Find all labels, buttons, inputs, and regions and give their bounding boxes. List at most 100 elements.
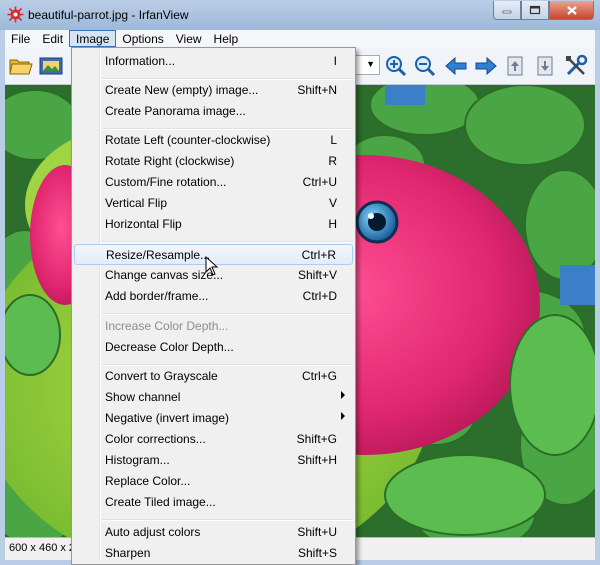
menu-item-label: Custom/Fine rotation...	[105, 175, 227, 189]
mouse-pointer-icon	[205, 256, 219, 276]
menu-item-label: Horizontal Flip	[105, 217, 182, 231]
menu-item-shortcut: V	[328, 196, 337, 210]
zoom-out-button[interactable]	[412, 53, 438, 79]
menu-item-shortcut: Shift+V	[297, 268, 337, 282]
menu-item-vertical-flip[interactable]: Vertical Flip V	[74, 193, 353, 214]
menu-item-create-new-image[interactable]: Create New (empty) image... Shift+N	[74, 80, 353, 101]
menu-item-label: Negative (invert image)	[105, 411, 230, 425]
tools-button[interactable]	[563, 53, 589, 79]
menu-item-label: Sharpen	[105, 546, 151, 560]
menu-view[interactable]: View	[170, 30, 208, 47]
next-arrow-icon	[475, 56, 497, 76]
minimize-button[interactable]	[493, 1, 521, 20]
menu-item-label: Information...	[105, 54, 176, 68]
menu-item-label: Decrease Color Depth...	[105, 340, 234, 354]
menu-image[interactable]: Image	[69, 30, 117, 47]
menu-item-information[interactable]: Information... I	[74, 51, 353, 72]
menu-item-replace-color[interactable]: Replace Color...	[74, 471, 353, 492]
menu-item-create-panorama[interactable]: Create Panorama image...	[74, 101, 353, 122]
menu-item-custom-rotation[interactable]: Custom/Fine rotation... Ctrl+U	[74, 172, 353, 193]
menu-item-histogram[interactable]: Histogram... Shift+H	[74, 450, 353, 471]
menu-item-shortcut: Shift+S	[297, 546, 337, 560]
menu-item-label: Create Tiled image...	[105, 495, 216, 509]
menu-item-shortcut: Ctrl+G	[301, 369, 337, 383]
image-menu-dropdown: Information... I Create New (empty) image…	[71, 47, 356, 565]
maximize-icon	[529, 5, 541, 15]
menu-item-label: Replace Color...	[105, 474, 191, 488]
menu-item-shortcut: Ctrl+U	[302, 175, 337, 189]
menu-item-label: Convert to Grayscale	[105, 369, 218, 383]
menu-item-shortcut: Shift+U	[297, 525, 337, 539]
submenu-arrow-icon	[341, 412, 345, 420]
menu-item-label: Increase Color Depth...	[105, 319, 229, 333]
menu-item-auto-adjust-colors[interactable]: Auto adjust colors Shift+U	[74, 522, 353, 543]
menu-item-label: Vertical Flip	[105, 196, 168, 210]
menu-item-add-border[interactable]: Add border/frame... Ctrl+D	[74, 286, 353, 307]
menu-options[interactable]: Options	[116, 30, 169, 47]
menu-separator	[102, 241, 353, 243]
menu-item-shortcut: Shift+H	[297, 453, 337, 467]
menu-item-label: Resize/Resample...	[106, 248, 211, 262]
previous-button[interactable]	[443, 53, 469, 79]
next-button[interactable]	[473, 53, 499, 79]
previous-arrow-icon	[445, 56, 467, 76]
tools-icon	[566, 54, 588, 76]
chevron-down-icon: ▼	[366, 59, 375, 69]
menu-item-label: Rotate Left (counter-clockwise)	[105, 133, 271, 147]
menu-item-shortcut: Ctrl+R	[301, 248, 336, 262]
page-down-icon	[537, 56, 553, 76]
menu-item-show-channel[interactable]: Show channel	[74, 387, 353, 408]
menu-help[interactable]: Help	[208, 30, 245, 47]
menu-item-negative[interactable]: Negative (invert image)	[74, 408, 353, 429]
open-button[interactable]	[8, 53, 34, 79]
image-info-status: 600 x 460 x 2	[9, 542, 76, 554]
irfanview-app-icon	[7, 6, 24, 23]
menu-item-label: Create New (empty) image...	[105, 83, 259, 97]
window-controls	[493, 1, 594, 20]
zoom-in-button[interactable]	[383, 53, 409, 79]
menu-separator	[102, 313, 353, 315]
menu-item-shortcut: Shift+G	[296, 432, 337, 446]
menu-item-shortcut: I	[333, 54, 337, 68]
page-up-icon	[507, 56, 523, 76]
menu-item-label: Rotate Right (clockwise)	[105, 154, 235, 168]
menu-item-shortcut: L	[330, 133, 337, 147]
menu-separator	[102, 519, 353, 521]
menu-item-label: Add border/frame...	[105, 289, 209, 303]
slideshow-icon	[39, 57, 63, 75]
menu-item-horizontal-flip[interactable]: Horizontal Flip H	[74, 214, 353, 235]
menu-item-convert-grayscale[interactable]: Convert to Grayscale Ctrl+G	[74, 366, 353, 387]
menu-item-rotate-right[interactable]: Rotate Right (clockwise) R	[74, 151, 353, 172]
menu-item-label: Create Panorama image...	[105, 104, 246, 118]
page-up-button[interactable]	[503, 53, 529, 79]
menu-edit[interactable]: Edit	[36, 30, 69, 47]
menu-item-rotate-left[interactable]: Rotate Left (counter-clockwise) L	[74, 130, 353, 151]
zoom-out-icon	[415, 56, 436, 77]
slideshow-button[interactable]	[38, 53, 64, 79]
menu-item-shortcut: Ctrl+D	[302, 289, 337, 303]
maximize-button[interactable]	[521, 1, 549, 20]
window-border-right	[595, 30, 600, 565]
minimize-icon	[502, 10, 512, 14]
menu-bar: File Edit Image Options View Help	[5, 30, 595, 48]
menu-item-sharpen[interactable]: Sharpen Shift+S	[74, 543, 353, 564]
menu-item-shortcut: R	[328, 154, 337, 168]
page-down-button[interactable]	[533, 53, 559, 79]
menu-item-shortcut: H	[328, 217, 337, 231]
menu-item-label: Auto adjust colors	[105, 525, 201, 539]
menu-item-increase-color-depth: Increase Color Depth...	[74, 316, 353, 337]
submenu-arrow-icon	[341, 391, 345, 399]
menu-item-color-corrections[interactable]: Color corrections... Shift+G	[74, 429, 353, 450]
menu-item-label: Histogram...	[105, 453, 170, 467]
menu-file[interactable]: File	[5, 30, 36, 47]
menu-item-create-tiled-image[interactable]: Create Tiled image...	[74, 492, 353, 513]
menu-item-label: Show channel	[105, 390, 181, 404]
close-icon	[566, 5, 577, 15]
open-folder-icon	[9, 59, 33, 75]
menu-item-decrease-color-depth[interactable]: Decrease Color Depth...	[74, 337, 353, 358]
close-button[interactable]	[549, 1, 594, 20]
menu-item-shortcut: Shift+N	[297, 83, 337, 97]
window-title: beautiful-parrot.jpg - IrfanView	[28, 8, 189, 22]
zoom-in-icon	[386, 56, 407, 77]
title-bar: beautiful-parrot.jpg - IrfanView	[0, 0, 600, 30]
